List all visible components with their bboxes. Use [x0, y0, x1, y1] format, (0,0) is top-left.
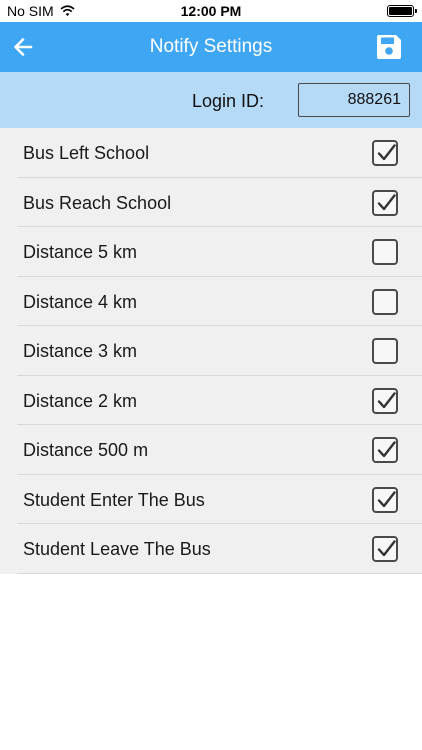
setting-checkbox[interactable]: [372, 486, 398, 513]
checkmark-icon: [377, 540, 396, 557]
setting-label: Student Enter The Bus: [23, 489, 205, 510]
setting-label: Distance 500 m: [23, 440, 149, 460]
list-item[interactable]: Distance 3 km: [0, 326, 422, 376]
setting-label: Bus Reach School: [23, 192, 172, 213]
battery-icon: [387, 5, 417, 17]
setting-checkbox[interactable]: [372, 437, 398, 463]
page-title: Notify Settings: [149, 36, 273, 57]
list-item[interactable]: Distance 500 m: [0, 425, 422, 475]
checkmark-icon: [377, 193, 396, 210]
login-id-input[interactable]: [298, 83, 410, 117]
login-id-label: Login ID:: [192, 91, 265, 111]
list-item[interactable]: Student Enter The Bus: [0, 475, 422, 524]
list-item[interactable]: Distance 2 km: [0, 376, 422, 425]
checkmark-icon: [377, 144, 396, 161]
setting-label: Distance 4 km: [23, 291, 138, 312]
setting-label: Student Leave The Bus: [23, 539, 211, 559]
setting-checkbox[interactable]: [372, 536, 398, 562]
checkmark-icon: [377, 441, 396, 458]
setting-checkbox[interactable]: [372, 239, 398, 265]
list-item[interactable]: Distance 4 km: [0, 277, 422, 326]
setting-label: Distance 2 km: [23, 390, 138, 411]
list-item[interactable]: Bus Reach School: [0, 178, 422, 227]
setting-label: Distance 3 km: [23, 341, 138, 361]
floppy-disk-icon[interactable]: [375, 33, 403, 61]
divider: [17, 572, 422, 574]
battery-level: [389, 7, 412, 15]
setting-checkbox[interactable]: [372, 338, 398, 364]
status-time: 12:00 PM: [180, 3, 242, 19]
list-item[interactable]: Distance 5 km: [0, 227, 422, 277]
checkmark-icon: [377, 490, 396, 507]
notify-settings-list: Bus Left School Bus Reach School Distance …: [0, 128, 422, 574]
navbar: Notify Settings: [0, 22, 422, 72]
setting-label: Bus Left School: [23, 143, 150, 163]
setting-checkbox[interactable]: [372, 140, 398, 166]
login-row: Login ID:: [0, 72, 422, 128]
setting-checkbox[interactable]: [372, 288, 398, 315]
setting-checkbox[interactable]: [372, 387, 398, 414]
status-bar: No SIM 12:00 PM: [0, 0, 422, 22]
checkmark-icon: [377, 391, 396, 408]
setting-label: Distance 5 km: [23, 242, 138, 262]
list-item[interactable]: Student Leave The Bus: [0, 524, 422, 574]
list-item[interactable]: Bus Left School: [0, 128, 422, 178]
setting-checkbox[interactable]: [372, 189, 398, 216]
